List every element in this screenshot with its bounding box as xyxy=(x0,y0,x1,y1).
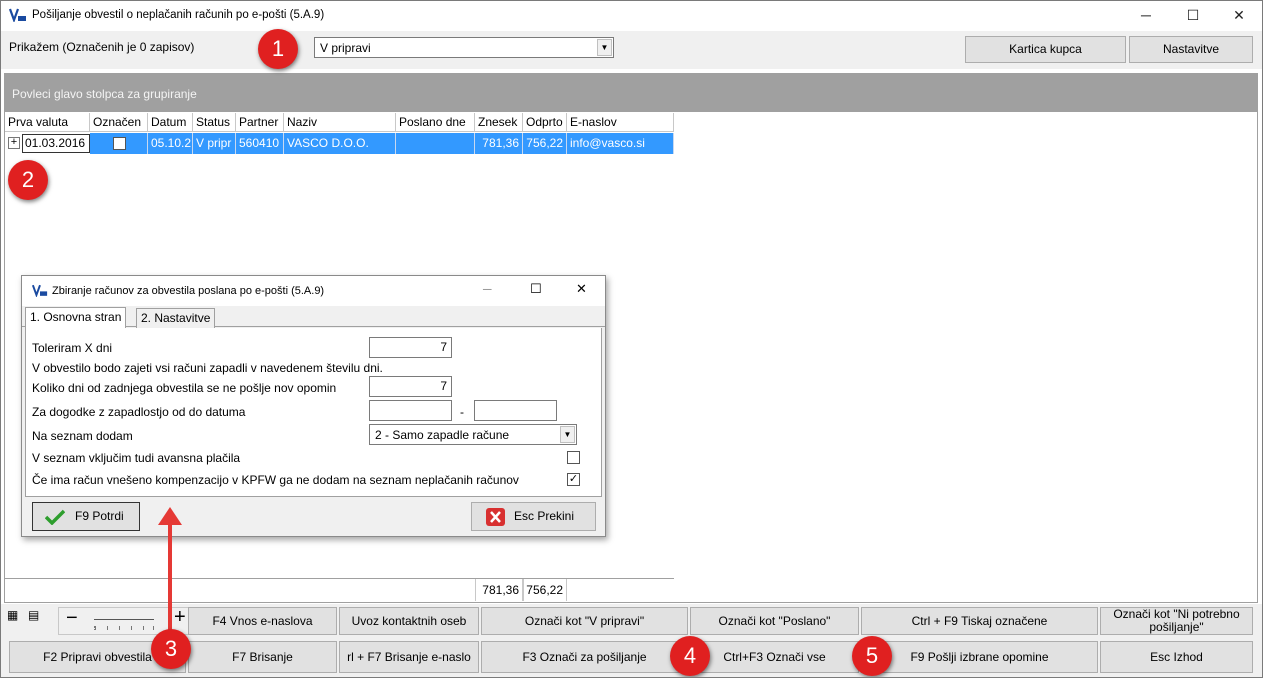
column-header[interactable]: Partner xyxy=(236,113,284,132)
total-znesek: 781,36 xyxy=(475,579,523,601)
annotation-badge-5: 5 xyxy=(852,636,892,676)
dialog-title: Zbiranje računov za obvestila poslana po… xyxy=(52,285,325,297)
column-header[interactable]: Odprto xyxy=(523,113,567,132)
f4-email-button[interactable]: F4 Vnos e-naslova xyxy=(188,607,337,635)
annotation-badge-1: 1 xyxy=(258,29,298,69)
cell-naziv[interactable]: VASCO D.O.O. xyxy=(284,133,396,154)
expand-all-icon[interactable]: ▦ xyxy=(7,609,21,630)
list-select-value: 2 - Samo zapadle račune xyxy=(375,428,510,442)
cancel-button[interactable]: Esc Prekini xyxy=(471,502,596,531)
maximize-icon[interactable]: ☐ xyxy=(1170,1,1216,30)
tolerance-note: V obvestilo bodo zajeti vsi računi zapad… xyxy=(32,361,383,375)
mark-sent-button[interactable]: Označi kot "Poslano" xyxy=(690,607,859,635)
column-header[interactable]: Naziv xyxy=(284,113,396,132)
column-header[interactable]: E-naslov xyxy=(567,113,674,132)
esc-exit-button[interactable]: Esc Izhod xyxy=(1100,641,1253,673)
column-header[interactable]: Znesek xyxy=(475,113,523,132)
column-header[interactable]: Označen xyxy=(90,113,148,132)
group-hint: Povleci glavo stolpca za grupiranje xyxy=(12,87,197,101)
filter-select[interactable]: V pripravi ▼ xyxy=(314,37,614,58)
minimize-icon[interactable]: ─ xyxy=(1123,1,1169,30)
cell-partner[interactable]: 560410 xyxy=(236,133,284,154)
tolerance-label: Toleriram X dni xyxy=(32,341,113,355)
cancel-icon xyxy=(486,508,505,526)
settings-button[interactable]: Nastavitve xyxy=(1129,36,1253,63)
annotation-badge-4: 4 xyxy=(670,636,710,676)
import-contacts-button[interactable]: Uvoz kontaktnih oseb xyxy=(339,607,479,635)
confirm-label: F9 Potrdi xyxy=(75,509,124,523)
compensation-label: Če ima račun vnešeno kompenzacijo v KPFW… xyxy=(32,473,519,487)
row-checkbox[interactable] xyxy=(113,137,126,150)
date-range-label: Za dogodke z zapadlostjo od do datuma xyxy=(32,405,246,419)
column-header[interactable]: Datum xyxy=(148,113,193,132)
tolerance-field[interactable]: 7 xyxy=(369,337,452,358)
date-from-field[interactable] xyxy=(369,400,452,421)
customer-card-button[interactable]: Kartica kupca xyxy=(965,36,1126,63)
f3-mark-for-send-button[interactable]: F3 Označi za pošiljanje xyxy=(481,641,688,673)
filter-select-value: V pripravi xyxy=(320,41,371,55)
maximize-icon[interactable]: ☐ xyxy=(530,281,542,297)
collapse-all-icon[interactable]: ▤ xyxy=(28,609,44,630)
cell-znesek[interactable]: 781,36 xyxy=(475,133,523,154)
f7-delete-button[interactable]: F7 Brisanje xyxy=(188,641,337,673)
cell-poslano-dne[interactable] xyxy=(396,133,475,154)
list-select[interactable]: 2 - Samo zapadle račune ▼ xyxy=(369,424,577,445)
list-label: Na seznam dodam xyxy=(32,429,133,443)
advance-checkbox[interactable] xyxy=(567,451,580,464)
cell-e-naslov[interactable]: info@vasco.si xyxy=(567,133,674,154)
close-icon[interactable]: ✕ xyxy=(1216,1,1262,30)
collect-invoices-dialog: Zbiranje računov za obvestila poslana po… xyxy=(21,275,606,537)
cell-status[interactable]: V pripr xyxy=(193,133,236,154)
close-icon[interactable]: ✕ xyxy=(576,281,587,297)
cell-oznacen[interactable] xyxy=(90,133,148,154)
advance-label: V seznam vključim tudi avansna plačila xyxy=(32,451,241,465)
date-separator: - xyxy=(460,405,464,419)
days-label: Koliko dni od zadnjega obvestila se ne p… xyxy=(32,381,337,395)
days-field[interactable]: 7 xyxy=(369,376,452,397)
ctrl-f7-delete-email-button[interactable]: rl + F7 Brisanje e-naslo xyxy=(339,641,479,673)
date-to-field[interactable] xyxy=(474,400,557,421)
zoom-out-icon[interactable]: − xyxy=(66,607,78,630)
annotation-badge-3: 3 xyxy=(151,629,191,669)
cell-datum[interactable]: 05.10.2 xyxy=(148,133,193,154)
cancel-label: Esc Prekini xyxy=(514,509,575,523)
totals-row xyxy=(5,578,674,602)
minimize-icon[interactable]: ─ xyxy=(483,282,492,296)
window-title: Pošiljanje obvestil o neplačanih računih… xyxy=(32,9,325,21)
app-logo-icon xyxy=(32,284,48,297)
checkmark-icon xyxy=(45,509,65,525)
column-header[interactable]: Poslano dne xyxy=(396,113,475,132)
chevron-down-icon[interactable]: ▼ xyxy=(560,426,575,443)
tab-settings[interactable]: 2. Nastavitve xyxy=(136,308,216,328)
zoom-ticks xyxy=(94,626,154,630)
tab-basic[interactable]: 1. Osnovna stran xyxy=(25,307,127,329)
cell-odprto[interactable]: 756,22 xyxy=(523,133,567,154)
print-marked-button[interactable]: Ctrl + F9 Tiskaj označene xyxy=(861,607,1098,635)
expand-row-button[interactable]: + xyxy=(8,137,20,149)
confirm-button[interactable]: F9 Potrdi xyxy=(32,502,140,531)
compensation-checkbox[interactable]: ✓ xyxy=(567,473,580,486)
annotation-badge-2: 2 xyxy=(8,160,48,200)
chevron-down-icon[interactable]: ▼ xyxy=(597,39,612,56)
group-panel[interactable]: Povleci glavo stolpca za grupiranje xyxy=(5,74,1257,112)
total-odprto: 756,22 xyxy=(523,579,567,601)
ctrl-f3-mark-all-button[interactable]: Ctrl+F3 Označi vse xyxy=(690,641,859,673)
zoom-slider[interactable] xyxy=(94,619,154,620)
column-header[interactable]: Prva valuta xyxy=(5,113,90,132)
column-header[interactable]: Status xyxy=(193,113,236,132)
show-label: Prikažem (Označenih je 0 zapisov) xyxy=(9,40,195,54)
app-logo-icon xyxy=(9,8,26,22)
f9-send-reminders-button[interactable]: F9 Pošlji izbrane opomine xyxy=(861,641,1098,673)
cell-prva-valuta[interactable]: 01.03.2016 xyxy=(22,134,90,153)
mark-in-progress-button[interactable]: Označi kot "V pripravi" xyxy=(481,607,688,635)
mark-not-needed-button[interactable]: Označi kot "Ni potrebno pošiljanje" xyxy=(1100,607,1253,635)
